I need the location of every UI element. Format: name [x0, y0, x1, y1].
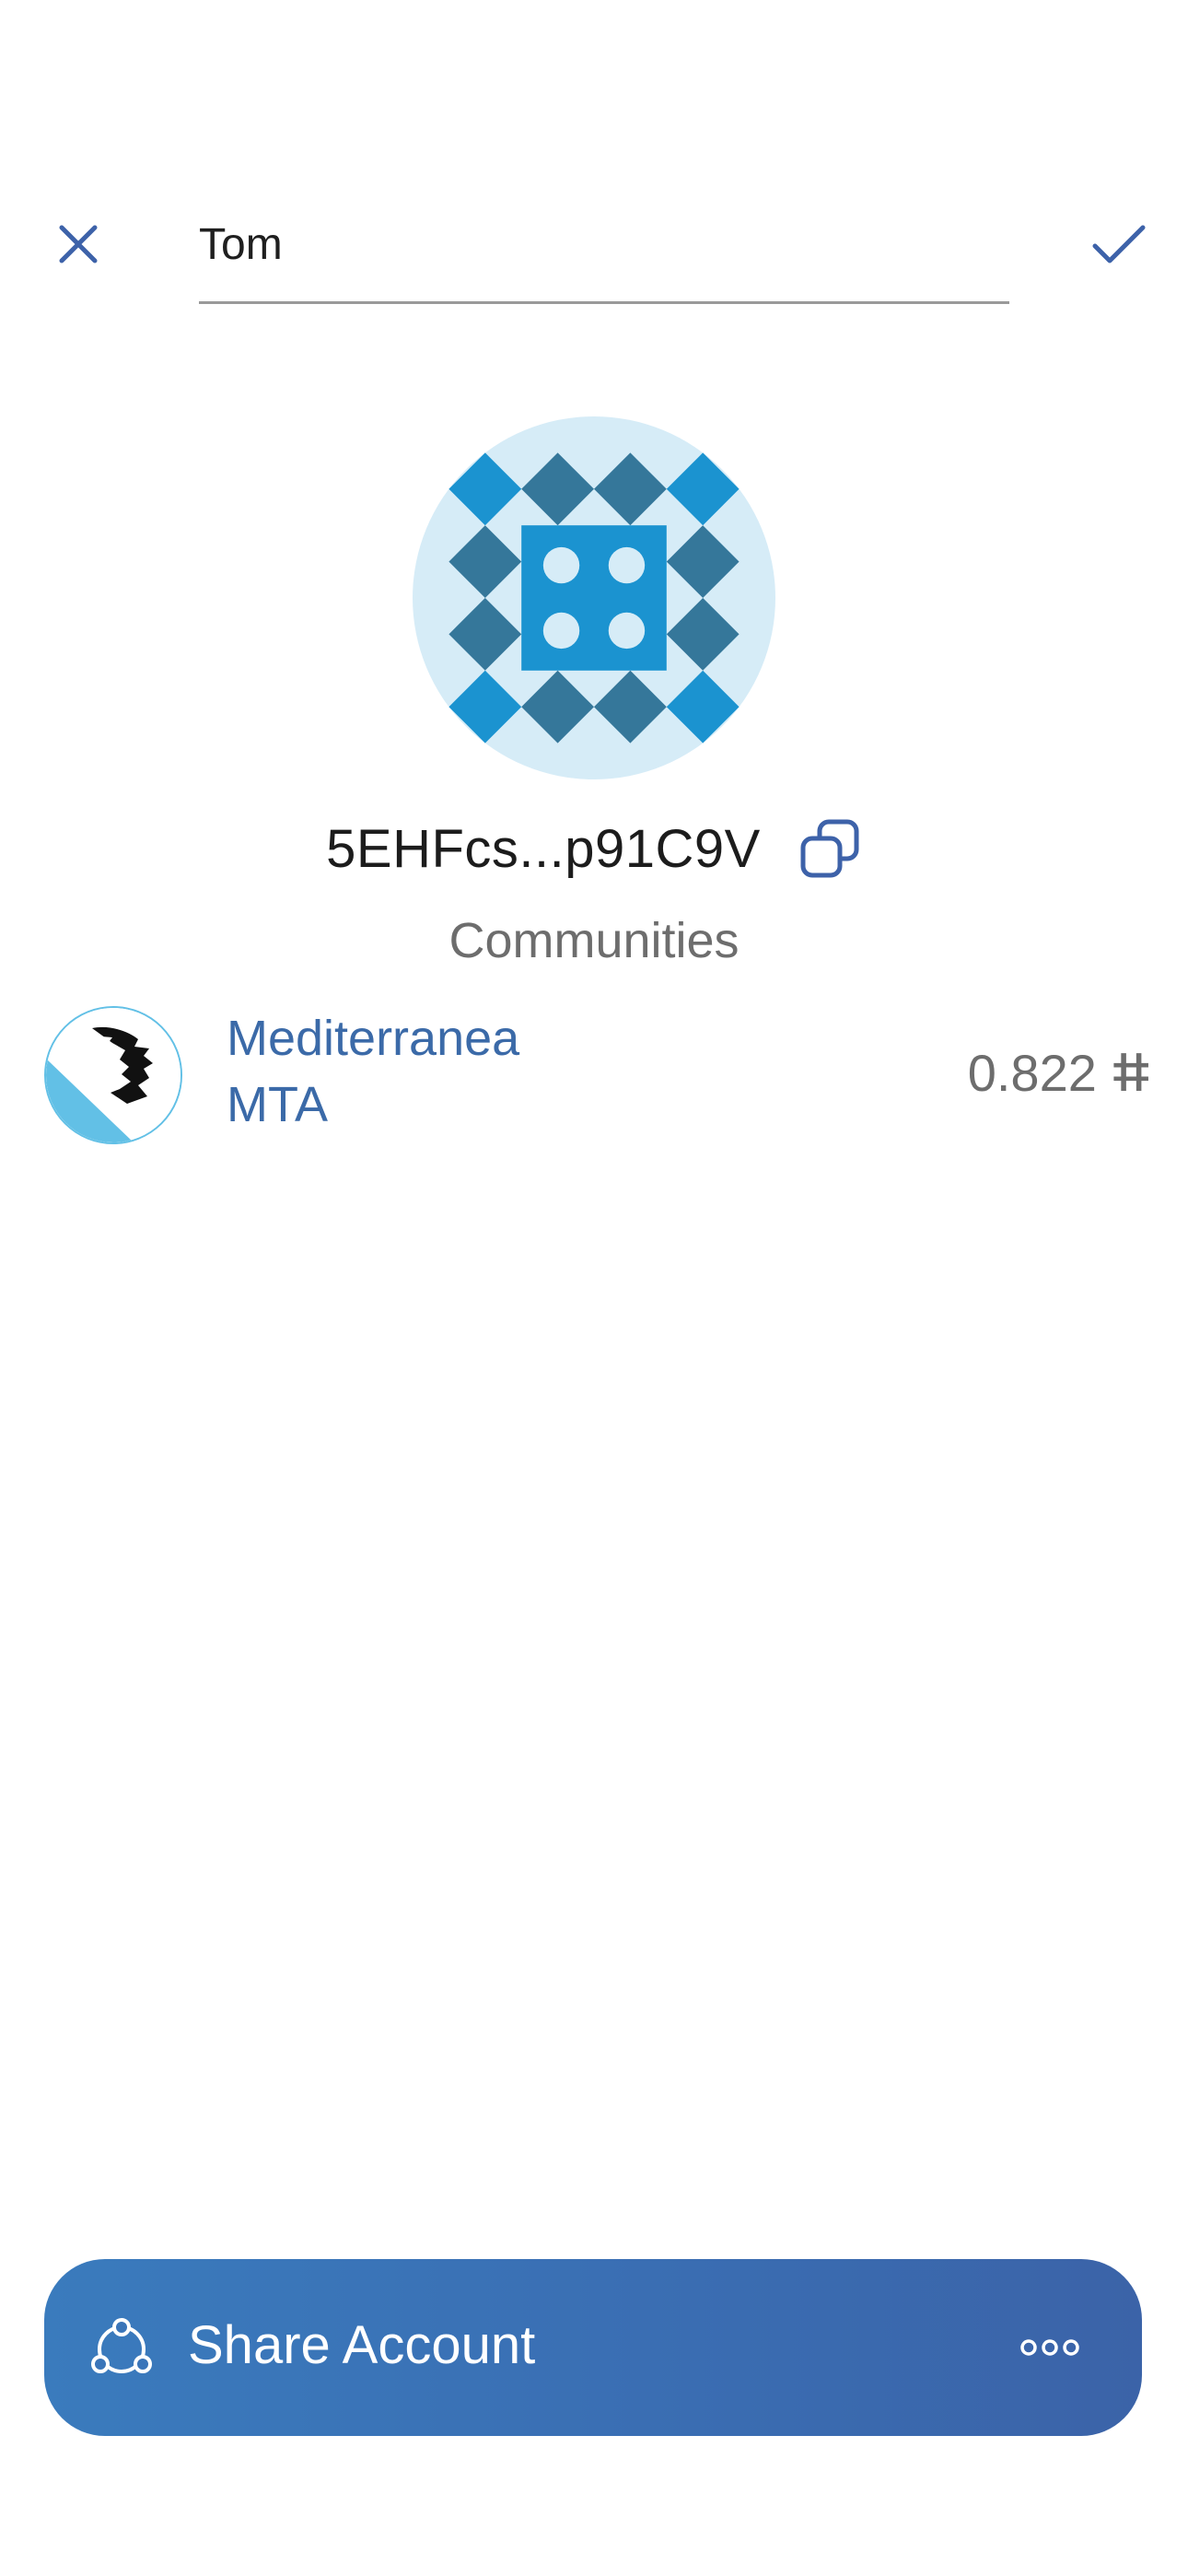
cancel-button[interactable]	[37, 203, 120, 286]
community-list-item[interactable]: Mediterranea MTA 0.822 ⵌ	[37, 1002, 1151, 1150]
account-identicon	[413, 416, 775, 779]
account-address-row: 5EHFcs...p91C9V	[0, 807, 1188, 890]
close-icon	[59, 225, 98, 263]
share-icon	[91, 2318, 152, 2373]
share-account-button[interactable]: Share Account	[44, 2259, 1142, 2436]
communities-heading: Communities	[448, 913, 740, 968]
checkmark-icon	[1092, 225, 1146, 263]
account-address: 5EHFcs...p91C9V	[326, 818, 761, 879]
community-balance: 0.822 ⵌ	[967, 1044, 1151, 1102]
account-name-input[interactable]	[199, 205, 1009, 304]
confirm-button[interactable]	[1077, 203, 1160, 286]
community-logo	[44, 1006, 182, 1144]
community-symbol: MTA	[227, 1077, 328, 1132]
community-name: Mediterranea	[227, 1011, 520, 1066]
more-options-button[interactable]	[1013, 2320, 1087, 2375]
share-account-label: Share Account	[188, 2315, 536, 2375]
more-icon	[1020, 2339, 1079, 2356]
copy-icon	[800, 819, 859, 878]
copy-address-button[interactable]	[798, 816, 862, 881]
